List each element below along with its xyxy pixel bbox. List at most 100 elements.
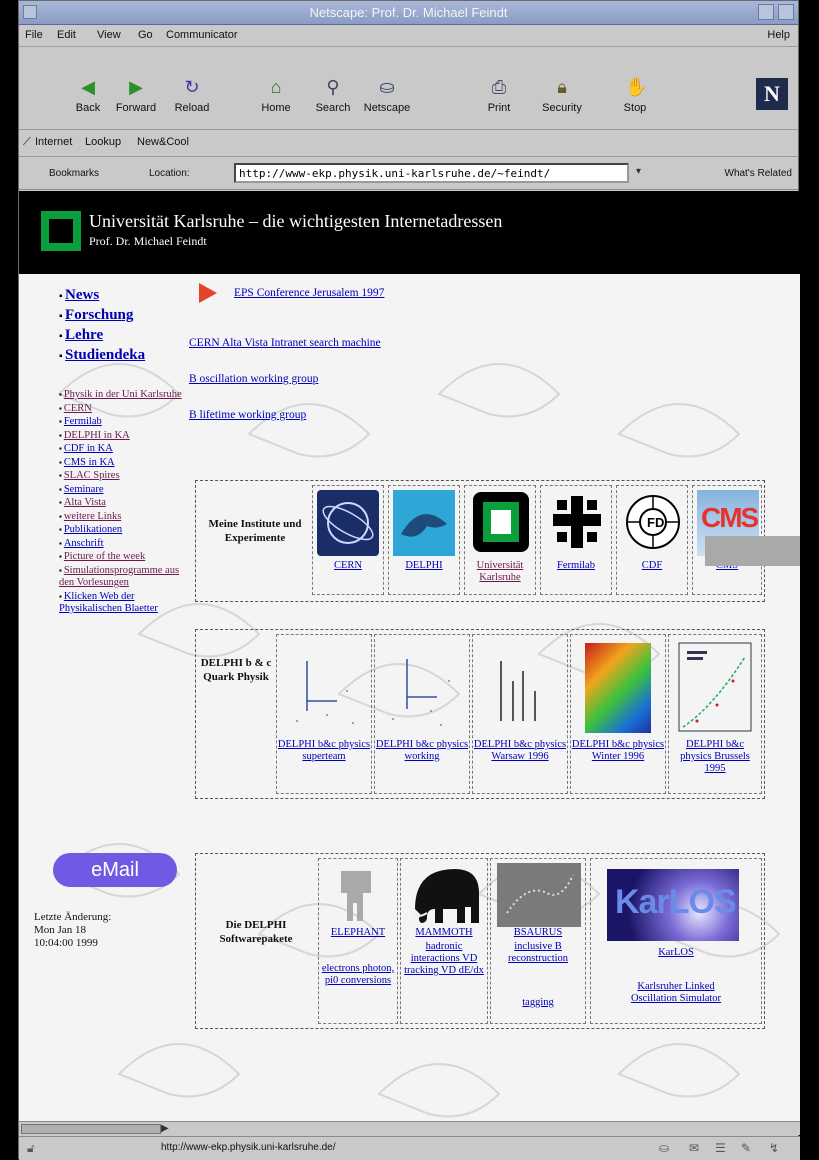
link-eps-conference[interactable]: EPS Conference Jerusalem 1997 bbox=[234, 287, 384, 299]
software-cell[interactable]: BSAURUS inclusive B reconstruction taggi… bbox=[490, 858, 586, 1024]
physics-link[interactable]: DELPHI b&c physics Winter 1996 bbox=[571, 739, 665, 763]
list-item[interactable]: DELPHI in KA bbox=[59, 430, 194, 443]
institute-cell[interactable]: Universität Karlsruhe bbox=[464, 485, 536, 595]
url-dropdown-icon[interactable]: ▾ bbox=[636, 166, 641, 177]
nav-link-lehre[interactable]: Lehre bbox=[65, 327, 103, 343]
list-item[interactable]: Klicken Web der Physikalischen Blaetter bbox=[59, 591, 194, 616]
personal-link-internet[interactable]: Internet bbox=[35, 136, 72, 148]
side-link[interactable]: Publikationen bbox=[64, 524, 122, 535]
list-item[interactable]: Seminare bbox=[59, 484, 194, 497]
minimize-button[interactable] bbox=[758, 4, 774, 20]
software-desc-elephant[interactable]: electrons photon, pi0 conversions bbox=[319, 963, 397, 987]
scrollbar-thumb[interactable] bbox=[21, 1124, 161, 1134]
physics-link[interactable]: DELPHI b&c physics working bbox=[375, 739, 469, 763]
netscape-logo-icon[interactable]: N bbox=[756, 78, 788, 110]
institute-cell[interactable]: CERN bbox=[312, 485, 384, 595]
nav-item[interactable]: Forschung bbox=[59, 306, 199, 326]
side-link[interactable]: Anschrift bbox=[64, 538, 104, 549]
side-link[interactable]: Picture of the week bbox=[64, 551, 145, 562]
link-b-lifetime[interactable]: B lifetime working group bbox=[189, 409, 306, 421]
institute-link-fermilab[interactable]: Fermilab bbox=[541, 560, 611, 572]
institute-link-cdf[interactable]: CDF bbox=[617, 560, 687, 572]
email-button[interactable]: eMail bbox=[53, 853, 177, 887]
list-item[interactable]: SLAC Spires bbox=[59, 470, 194, 483]
software-cell[interactable]: MAMMOTH hadronic interactions VD trackin… bbox=[400, 858, 488, 1024]
physics-cell[interactable]: DELPHI b&c physics superteam bbox=[276, 634, 372, 794]
search-button[interactable]: ⚲ Search bbox=[302, 54, 364, 124]
menu-edit[interactable]: Edit bbox=[57, 29, 76, 41]
physics-cell[interactable]: DELPHI b&c physics Brussels 1995 bbox=[668, 634, 762, 794]
side-link[interactable]: CDF in KA bbox=[64, 443, 113, 454]
software-desc-mammoth[interactable]: hadronic interactions VD tracking VD dE/… bbox=[401, 941, 487, 977]
link-b-oscillation[interactable]: B oscillation working group bbox=[189, 373, 318, 385]
scroll-right-icon[interactable]: ▶ bbox=[161, 1123, 169, 1134]
nav-item[interactable]: Studiendeka bbox=[59, 346, 199, 366]
software-desc-karlos[interactable]: Karlsruher Linked Oscillation Simulator bbox=[615, 981, 737, 1005]
menu-help[interactable]: Help bbox=[767, 29, 790, 41]
list-item[interactable]: Physik in der Uni Karlsruhe bbox=[59, 389, 194, 402]
institute-cell[interactable]: FD CDF bbox=[616, 485, 688, 595]
list-item[interactable]: Fermilab bbox=[59, 416, 194, 429]
side-link[interactable]: DELPHI in KA bbox=[64, 430, 130, 441]
url-input[interactable] bbox=[234, 163, 629, 183]
title-bar[interactable]: Netscape: Prof. Dr. Michael Feindt bbox=[19, 1, 798, 25]
side-link[interactable]: weitere Links bbox=[64, 511, 121, 522]
side-link[interactable]: Seminare bbox=[64, 484, 104, 495]
security-button[interactable]: 🔒︎ Security bbox=[531, 54, 593, 124]
nav-link-studiendekan[interactable]: Studiendeka bbox=[65, 347, 145, 363]
nav-link-forschung[interactable]: Forschung bbox=[65, 307, 133, 323]
software-link-elephant[interactable]: ELEPHANT bbox=[319, 927, 397, 939]
maximize-button[interactable] bbox=[778, 4, 794, 20]
list-item[interactable]: CERN bbox=[59, 403, 194, 416]
list-item[interactable]: Picture of the week bbox=[59, 551, 194, 564]
list-item[interactable]: Anschrift bbox=[59, 538, 194, 551]
security-status-icon[interactable]: 🔓︎ bbox=[27, 1141, 35, 1156]
netscape-button[interactable]: ⛀ Netscape bbox=[356, 54, 418, 124]
software-desc-bsaurus[interactable]: inclusive B reconstruction bbox=[491, 941, 585, 965]
side-link[interactable]: Simulationsprogramme aus den Vorlesungen bbox=[59, 565, 179, 589]
link-cern-altavista[interactable]: CERN Alta Vista Intranet search machine bbox=[189, 337, 381, 349]
bookmarks-button[interactable]: Bookmarks bbox=[49, 168, 99, 179]
print-button[interactable]: ⎙ Print bbox=[468, 54, 530, 124]
side-link[interactable]: Fermilab bbox=[64, 416, 102, 427]
physics-link[interactable]: DELPHI b&c physics Warsaw 1996 bbox=[473, 739, 567, 763]
horizontal-scrollbar[interactable]: ▶ bbox=[19, 1121, 800, 1135]
institute-link-cern[interactable]: CERN bbox=[313, 560, 383, 572]
home-button[interactable]: ⌂ Home bbox=[245, 54, 307, 124]
side-link[interactable]: CMS in KA bbox=[64, 457, 115, 468]
institute-link-karlsruhe[interactable]: Universität Karlsruhe bbox=[465, 560, 535, 584]
forward-button[interactable]: ▶ Forward bbox=[105, 54, 167, 124]
side-link[interactable]: CERN bbox=[64, 403, 92, 414]
list-item[interactable]: CMS in KA bbox=[59, 457, 194, 470]
institute-link-delphi[interactable]: DELPHI bbox=[389, 560, 459, 572]
physics-cell[interactable]: DELPHI b&c physics Winter 1996 bbox=[570, 634, 666, 794]
list-item[interactable]: Alta Vista bbox=[59, 497, 194, 510]
list-item[interactable]: weitere Links bbox=[59, 511, 194, 524]
nav-link-news[interactable]: News bbox=[65, 287, 99, 303]
list-item[interactable]: Simulationsprogramme aus den Vorlesungen bbox=[59, 565, 194, 590]
software-link-mammoth[interactable]: MAMMOTH bbox=[401, 927, 487, 939]
nav-item[interactable]: News bbox=[59, 286, 199, 306]
menu-file[interactable]: File bbox=[25, 29, 43, 41]
institute-cell[interactable]: Fermilab bbox=[540, 485, 612, 595]
side-link[interactable]: Physik in der Uni Karlsruhe bbox=[64, 389, 182, 400]
menu-go[interactable]: Go bbox=[138, 29, 153, 41]
personal-link-lookup[interactable]: Lookup bbox=[85, 136, 121, 148]
composer-icon[interactable]: ✎ bbox=[741, 1141, 751, 1155]
component-bar-icon[interactable]: ⛀ bbox=[659, 1141, 669, 1155]
personal-link-newcool[interactable]: New&Cool bbox=[137, 136, 189, 148]
menu-view[interactable]: View bbox=[97, 29, 121, 41]
nav-item[interactable]: Lehre bbox=[59, 326, 199, 346]
side-link[interactable]: SLAC Spires bbox=[64, 470, 120, 481]
software-link-bsaurus[interactable]: BSAURUS bbox=[491, 927, 585, 939]
stop-button[interactable]: ✋ Stop bbox=[604, 54, 666, 124]
menu-communicator[interactable]: Communicator bbox=[166, 29, 238, 41]
mail-icon[interactable]: ✉ bbox=[689, 1141, 699, 1155]
reload-button[interactable]: ↻ Reload bbox=[161, 54, 223, 124]
connection-icon[interactable]: ↯ bbox=[769, 1141, 779, 1155]
physics-cell[interactable]: DELPHI b&c physics Warsaw 1996 bbox=[472, 634, 568, 794]
institute-cell[interactable]: DELPHI bbox=[388, 485, 460, 595]
list-item[interactable]: Publikationen bbox=[59, 524, 194, 537]
physics-cell[interactable]: DELPHI b&c physics working bbox=[374, 634, 470, 794]
software-cell[interactable]: ELEPHANT electrons photon, pi0 conversio… bbox=[318, 858, 398, 1024]
